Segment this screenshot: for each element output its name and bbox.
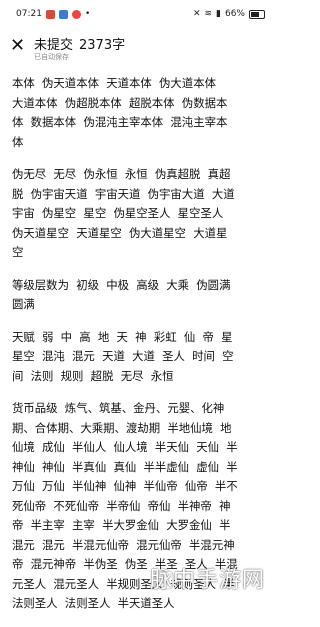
word-count: 2373字 [79,38,126,53]
paragraph: 本体 伪天道本体 天道本体 伪大道本体 大道本体 伪超脱本体 超脱本体 伪数据本… [12,76,228,149]
status-bar: 07:21 • ✕ ≋ ▮ 66% [0,0,277,28]
submit-status: 未提交 [34,38,74,53]
page-title: 未提交 2373字 [34,34,125,53]
paragraph: 天赋 弱 中 高 地 天 神 彩虹 仙 帝 星 星空 混沌 混元 天道 大道 圣… [12,329,234,383]
signal-icon: ▮ [216,9,221,19]
more-notifications-icon: • [84,9,91,19]
paragraph: 等级层数为 初级 中极 高级 大乘 伪圆满 圆满 [12,277,231,312]
battery-icon [249,9,265,19]
paragraph: 伪无尽 无尽 伪永恒 永恒 伪真超脱 真超 脱 伪宇宙天道 宇宙天道 伪宇宙大道… [12,167,235,259]
app-notification-icon [45,9,55,19]
app-notification-icon [58,9,68,19]
status-right: ✕ ≋ ▮ 66% [193,9,265,19]
editor-header: ✕ 未提交 2373字 已自动保存 [0,30,277,66]
status-time: 07:21 [16,9,42,19]
app-notification-icon [71,9,81,19]
close-icon[interactable]: ✕ [10,37,25,55]
wifi-icon: ≋ [204,9,213,19]
autosave-status: 已自动保存 [34,53,69,61]
editor-content[interactable]: 本体 伪天道本体 天道本体 伪大道本体 大道本体 伪超脱本体 超脱本体 伪数据本… [12,74,270,627]
battery-percent: 66% [224,9,245,19]
mute-icon: ✕ [192,9,201,19]
watermark: 脉中手游网 [149,568,265,593]
status-left: 07:21 • [16,9,90,19]
